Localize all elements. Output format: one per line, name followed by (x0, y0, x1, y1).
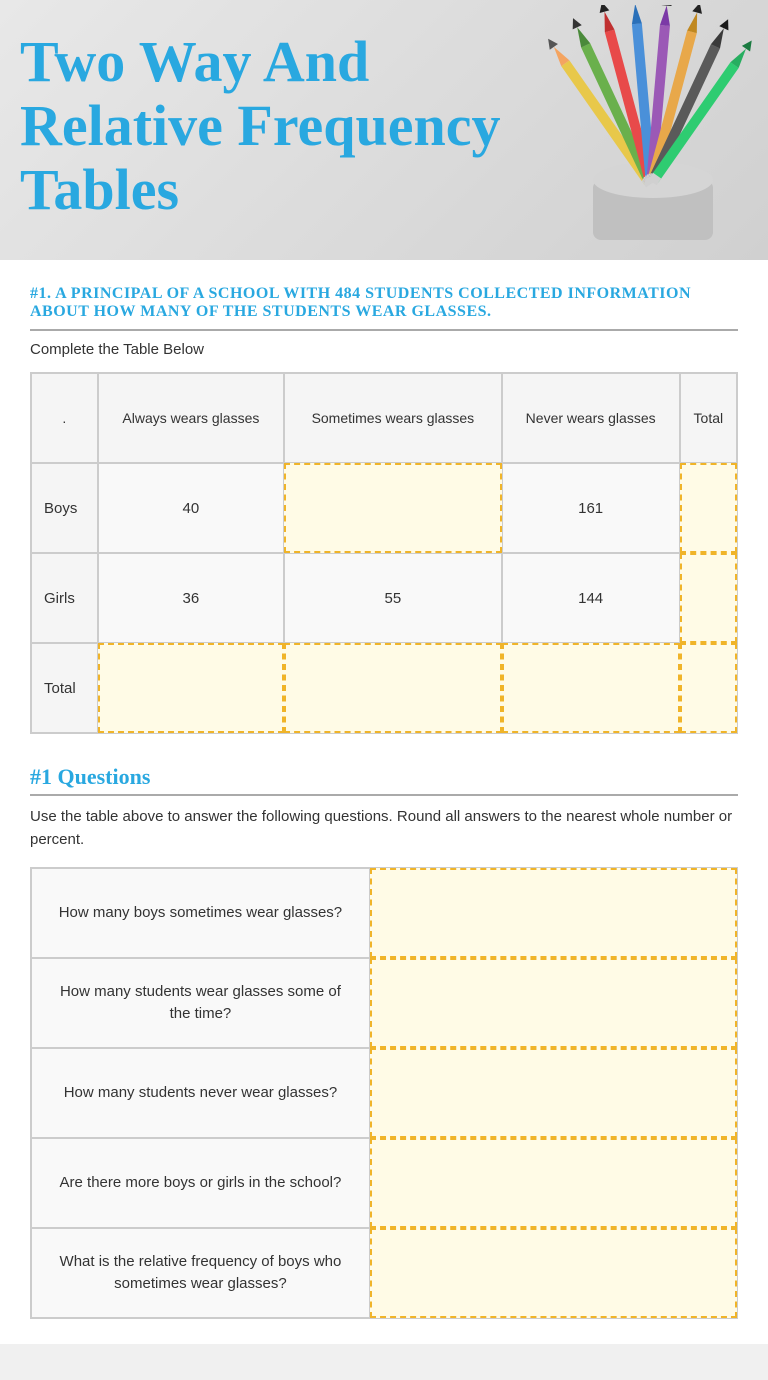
question-3-text: How many students never wear glasses? (31, 1048, 370, 1138)
girls-sometimes-value: 55 (284, 553, 501, 643)
qa-table: How many boys sometimes wear glasses? Ho… (30, 867, 738, 1319)
divider-2 (30, 794, 738, 796)
boys-always-value: 40 (98, 463, 285, 553)
table-row-girls: Girls 36 55 144 (31, 553, 737, 643)
question-1-text: How many boys sometimes wear glasses? (31, 868, 370, 958)
divider-1 (30, 329, 738, 331)
table-header-never: Never wears glasses (502, 373, 680, 463)
question-5-text: What is the relative frequency of boys w… (31, 1228, 370, 1318)
complete-label: Complete the Table Below (30, 341, 738, 358)
qa-row-3: How many students never wear glasses? (31, 1048, 737, 1138)
question-2-text: How many students wear glasses some of t… (31, 958, 370, 1048)
questions-description: Use the table above to answer the follow… (30, 806, 738, 851)
answer-1-input[interactable] (370, 868, 737, 958)
total-always-input[interactable] (98, 643, 285, 733)
page-title: Two Way and Relative Frequency Tables (20, 30, 600, 221)
girls-never-value: 144 (502, 553, 680, 643)
boys-sometimes-input[interactable] (284, 463, 501, 553)
answer-5-input[interactable] (370, 1228, 737, 1318)
answer-3-input[interactable] (370, 1048, 737, 1138)
table-row-total: Total (31, 643, 737, 733)
table-header-row: . Always wears glasses Sometimes wears g… (31, 373, 737, 463)
girls-always-value: 36 (98, 553, 285, 643)
total-label: Total (31, 643, 98, 733)
problem-1-section: #1. A principal of a school with 484 stu… (30, 285, 738, 734)
girls-label: Girls (31, 553, 98, 643)
answer-2-input[interactable] (370, 958, 737, 1048)
table-header-dot: . (31, 373, 98, 463)
qa-row-4: Are there more boys or girls in the scho… (31, 1138, 737, 1228)
main-content: #1. A principal of a school with 484 stu… (0, 260, 768, 1344)
boys-label: Boys (31, 463, 98, 553)
qa-row-1: How many boys sometimes wear glasses? (31, 868, 737, 958)
pencil-image (538, 5, 768, 255)
total-grand-input[interactable] (680, 643, 737, 733)
question-4-text: Are there more boys or girls in the scho… (31, 1138, 370, 1228)
total-never-input[interactable] (502, 643, 680, 733)
questions-title: #1 Questions (30, 764, 738, 790)
questions-section: #1 Questions Use the table above to answ… (30, 764, 738, 1319)
total-sometimes-input[interactable] (284, 643, 501, 733)
boys-total-input[interactable] (680, 463, 737, 553)
problem-1-question: #1. A principal of a school with 484 stu… (30, 285, 738, 321)
table-header-total: Total (680, 373, 737, 463)
table-header-sometimes: Sometimes wears glasses (284, 373, 501, 463)
answer-4-input[interactable] (370, 1138, 737, 1228)
girls-total-input[interactable] (680, 553, 737, 643)
table-row-boys: Boys 40 161 (31, 463, 737, 553)
qa-row-2: How many students wear glasses some of t… (31, 958, 737, 1048)
qa-row-5: What is the relative frequency of boys w… (31, 1228, 737, 1318)
header-section: Two Way and Relative Frequency Tables (0, 0, 768, 260)
frequency-table: . Always wears glasses Sometimes wears g… (30, 372, 738, 734)
boys-never-value: 161 (502, 463, 680, 553)
table-header-always: Always wears glasses (98, 373, 285, 463)
